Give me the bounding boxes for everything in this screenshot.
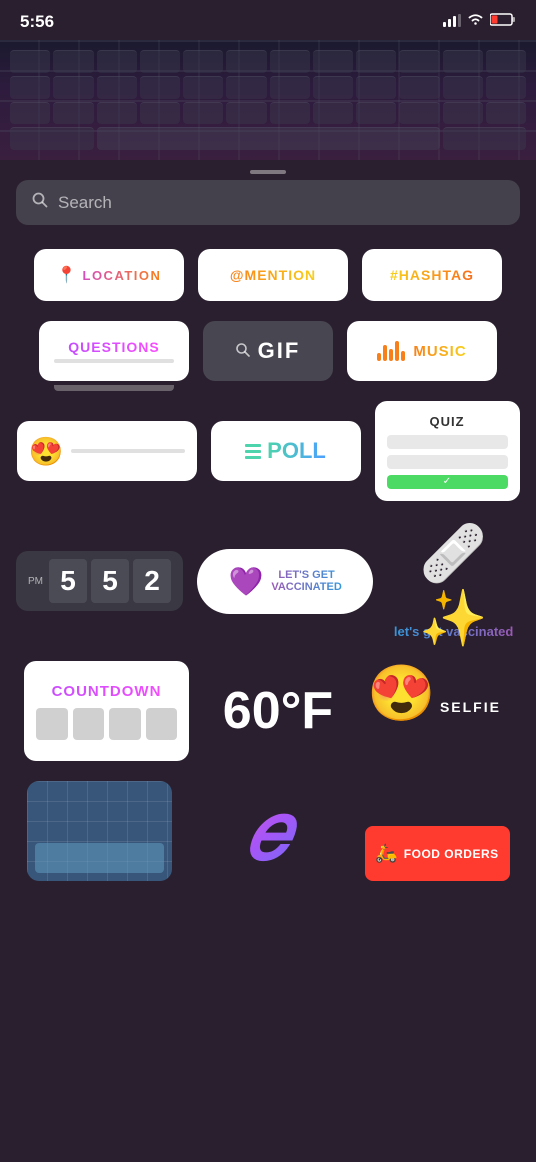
hashtag-label: #HASHTAG (390, 267, 474, 283)
selfie-emoji: 😍 (367, 662, 435, 724)
gif-label: GIF (258, 338, 301, 364)
hashtag-sticker[interactable]: #HASHTAG (362, 249, 502, 301)
slider-track (71, 449, 184, 453)
food-orders-label: FOOD ORDERS (404, 847, 499, 861)
status-time: 5:56 (20, 12, 54, 32)
music-bars-icon (377, 341, 405, 361)
sticker-panel: Search 📍 LOCATION @MENTION #HASHTAG QUES… (0, 180, 536, 891)
clock-sticker[interactable]: PM 5 5 2 (16, 551, 183, 611)
vaccinated-sticker[interactable]: 💜 LET'S GET VACCINATED (197, 549, 373, 614)
quiz-title: QUIZ (387, 414, 508, 429)
location-pin-icon: 📍 (57, 265, 77, 285)
location-sticker[interactable]: 📍 LOCATION (34, 249, 184, 301)
vaccinated-line-1: LET'S GET (271, 569, 341, 581)
questions-label: QUESTIONS (68, 339, 159, 355)
selfie-label: SELFIE (440, 699, 501, 715)
temperature-sticker[interactable]: 60°F (203, 661, 353, 761)
bottom-row: 𝑒 🛵 FOOD ORDERS (16, 781, 520, 891)
vaccine-emoji: 🩹✨ (419, 521, 487, 651)
sticker-row-1: 📍 LOCATION @MENTION #HASHTAG (16, 249, 520, 301)
vaccinated-line-2: VACCINATED (271, 581, 341, 593)
drag-handle[interactable] (0, 160, 536, 180)
clock-digit-3: 2 (133, 559, 171, 603)
clock-digit-1: 5 (49, 559, 87, 603)
clock-digits: 5 5 2 (49, 559, 171, 603)
status-bar: 5:56 (0, 0, 536, 40)
quiz-sticker[interactable]: QUIZ ✓ (375, 401, 520, 501)
slider-emoji: 😍 (29, 435, 64, 468)
countdown-tile-4 (146, 708, 178, 740)
music-sticker[interactable]: MUSIC (347, 321, 497, 381)
quiz-option-correct: ✓ (387, 475, 508, 489)
poll-sticker[interactable]: POLL (211, 421, 361, 481)
sticker-row-3: 😍 POLL QUIZ ✓ (16, 401, 520, 501)
mention-sticker[interactable]: @MENTION (198, 249, 348, 301)
food-orders-sticker[interactable]: 🛵 FOOD ORDERS (365, 826, 510, 881)
sticker-row-2: QUESTIONS GIF (16, 321, 520, 381)
poll-lines-icon (245, 444, 261, 459)
clock-digit-2: 5 (91, 559, 129, 603)
status-icons (443, 13, 516, 31)
drag-handle-bar (250, 170, 286, 174)
cursive-e-sticker[interactable]: 𝑒 (186, 781, 351, 881)
search-bar[interactable]: Search (16, 180, 520, 225)
countdown-tile-2 (73, 708, 105, 740)
temperature-value: 60°F (223, 681, 333, 741)
gif-sticker[interactable]: GIF (203, 321, 333, 381)
selfie-sticker[interactable]: 😍 SELFIE (367, 661, 512, 761)
music-label: MUSIC (413, 343, 466, 360)
countdown-tiles (36, 708, 177, 740)
countdown-tile-1 (36, 708, 68, 740)
wifi-icon (467, 13, 484, 31)
search-placeholder: Search (58, 193, 112, 213)
cursive-e-char: 𝑒 (247, 785, 290, 878)
quiz-check-icon: ✓ (443, 476, 451, 487)
search-icon (32, 192, 48, 213)
vaccinated-heart-icon: 💜 (228, 565, 263, 598)
emoji-slider-sticker[interactable]: 😍 (17, 421, 197, 481)
vaccine-decoration-sticker[interactable]: 🩹✨ let's get vaccinated (387, 521, 520, 641)
poll-label: POLL (267, 438, 326, 464)
quiz-option-2 (387, 455, 508, 469)
vaccinated-text: LET'S GET VACCINATED (271, 569, 341, 593)
location-label: LOCATION (83, 268, 162, 283)
sticker-row-5: COUNTDOWN 60°F 😍 SELFIE (16, 661, 520, 761)
signal-icon (443, 14, 461, 30)
sticker-row-4: PM 5 5 2 💜 LET'S GET VACCINATED 🩹✨ let's… (16, 521, 520, 641)
quiz-option-1 (387, 435, 508, 449)
keyboard-background (0, 40, 536, 160)
countdown-tile-3 (109, 708, 141, 740)
countdown-sticker[interactable]: COUNTDOWN (24, 661, 189, 761)
keyboard-keys-decoration (10, 50, 526, 150)
location-map-sticker[interactable] (27, 781, 172, 881)
clock-pm: PM (28, 576, 43, 587)
food-orders-icon: 🛵 (375, 843, 397, 864)
mention-label: @MENTION (230, 267, 316, 283)
questions-sticker[interactable]: QUESTIONS (39, 321, 189, 381)
countdown-label: COUNTDOWN (36, 683, 177, 700)
gif-search-icon (236, 343, 250, 360)
battery-icon (490, 13, 516, 31)
